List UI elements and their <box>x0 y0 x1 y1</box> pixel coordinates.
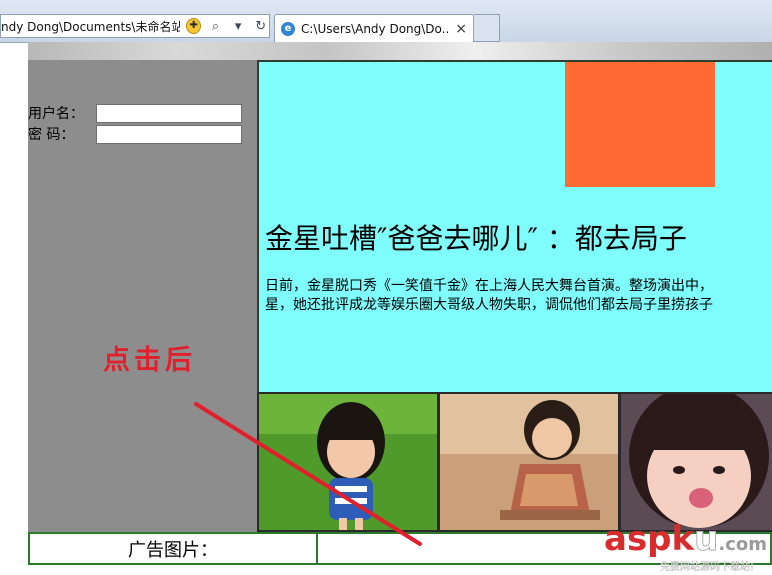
ie-page-icon: e <box>281 21 295 36</box>
browser-toolbar: ndy Dong\Documents\未命名站点 ✚ ⌕ ▾ ↻ e C:\Us… <box>0 0 772 43</box>
article-paragraph: 日前，金星脱口秀《一笑值千金》在上海人民大舞台首演。整场演出中， 星，她还批评成… <box>265 277 772 315</box>
username-label: 用户名： <box>28 106 84 122</box>
new-tab-button[interactable] <box>474 14 500 42</box>
web-page: 用户名： 密 码： 金星吐槽″爸爸去哪儿″ ：都去局子 日前，金星脱口秀《一笑值… <box>0 60 772 575</box>
password-label: 密 码： <box>28 127 75 143</box>
page-left-margin <box>0 60 28 532</box>
watermark-subtitle: 免费网站源码下载站! <box>660 562 755 573</box>
dropdown-icon[interactable]: ▾ <box>230 17 247 35</box>
article-paragraph-line-2: 星，她还批评成龙等娱乐圈大哥级人物失职，调侃他们都去局子里捞孩子 <box>265 297 713 313</box>
photo-girl-sitting[interactable] <box>440 394 618 530</box>
username-row: 用户名： <box>28 103 242 123</box>
tab-title[interactable]: C:\Users\Andy Dong\Do... <box>301 22 449 36</box>
aspku-watermark: aspku.com 免费网站源码下载站! <box>604 522 772 575</box>
article-headline[interactable]: 金星吐槽″爸爸去哪儿″ ：都去局子 <box>265 217 687 257</box>
photo-strip <box>257 392 772 532</box>
address-url[interactable]: ndy Dong\Documents\未命名站点 <box>1 18 180 35</box>
password-input[interactable] <box>96 124 242 144</box>
password-row: 密 码： <box>28 124 242 144</box>
article-paragraph-line-1: 日前，金星脱口秀《一笑值千金》在上海人民大舞台首演。整场演出中， <box>265 278 713 294</box>
annotation-after-click: 点击后 <box>103 345 196 376</box>
close-tab-icon[interactable]: × <box>455 21 467 37</box>
photo-girl-on-grass[interactable] <box>259 394 437 530</box>
ad-label: 广告图片： <box>30 534 318 563</box>
refresh-icon[interactable]: ↻ <box>252 17 269 35</box>
watermark-logo: aspku.com <box>604 519 768 559</box>
search-icon[interactable]: ⌕ <box>207 17 224 35</box>
address-bar[interactable]: ndy Dong\Documents\未命名站点 ✚ ⌕ ▾ ↻ <box>0 14 270 38</box>
orange-block <box>565 62 715 187</box>
photo-girl-closeup[interactable] <box>621 394 772 530</box>
page-banner-strip <box>28 42 772 60</box>
screenshot-root: ndy Dong\Documents\未命名站点 ✚ ⌕ ▾ ↻ e C:\Us… <box>0 0 772 575</box>
compatibility-view-icon[interactable]: ✚ <box>186 18 202 34</box>
main-content: 金星吐槽″爸爸去哪儿″ ：都去局子 日前，金星脱口秀《一笑值千金》在上海人民大舞… <box>257 60 772 392</box>
browser-tab[interactable]: e C:\Users\Andy Dong\Do... × <box>274 14 474 42</box>
username-input[interactable] <box>96 103 242 123</box>
sidebar: 用户名： 密 码： <box>28 60 257 532</box>
